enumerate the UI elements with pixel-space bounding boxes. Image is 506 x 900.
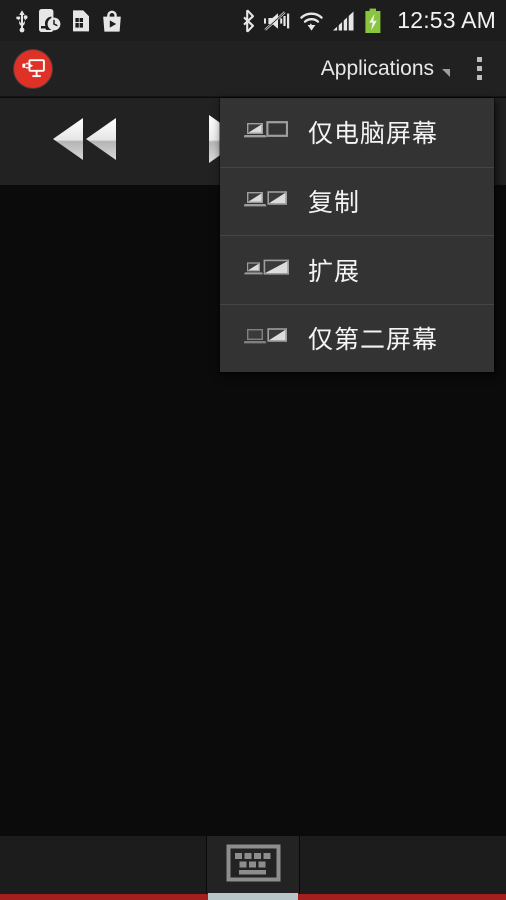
wifi-icon bbox=[299, 9, 324, 33]
applications-spinner-label: Applications bbox=[320, 56, 434, 80]
menu-item-pc-screen-only[interactable]: 仅电脑屏幕 bbox=[220, 98, 494, 167]
chevron-down-icon bbox=[442, 69, 450, 77]
navigation-bar bbox=[0, 836, 506, 894]
rewind-icon bbox=[50, 113, 120, 170]
menu-item-duplicate[interactable]: 复制 bbox=[220, 166, 494, 235]
device-clock-icon bbox=[39, 8, 61, 33]
menu-item-label: 复制 bbox=[308, 188, 361, 218]
bluetooth-icon bbox=[240, 8, 256, 33]
display-pc-only-icon bbox=[244, 119, 292, 145]
display-duplicate-icon bbox=[244, 188, 292, 214]
signal-bars-icon bbox=[332, 9, 356, 33]
app-bar: Applications bbox=[0, 41, 506, 97]
status-bar-clock: 12:53 AM bbox=[397, 7, 496, 33]
status-bar-left-icons bbox=[14, 8, 123, 33]
phone-screen: 12:53 AM Applications 仅电脑屏幕 复制 扩展 仅第二屏幕 bbox=[0, 0, 506, 900]
play-store-icon bbox=[101, 9, 123, 33]
overflow-menu-button[interactable] bbox=[462, 47, 496, 91]
menu-item-extend[interactable]: 扩展 bbox=[220, 235, 494, 304]
usb-icon bbox=[14, 9, 30, 33]
sim-card-alert-icon bbox=[70, 9, 92, 33]
display-extend-icon bbox=[244, 257, 292, 283]
applications-spinner[interactable]: Applications bbox=[321, 57, 450, 81]
menu-item-label: 仅第二屏幕 bbox=[308, 325, 439, 355]
status-bar-right-icons: 12:53 AM bbox=[240, 8, 498, 34]
overflow-dot bbox=[476, 75, 482, 80]
menu-item-label: 仅电脑屏幕 bbox=[308, 119, 439, 149]
nav-right-region[interactable] bbox=[300, 836, 506, 894]
overflow-dot bbox=[476, 57, 482, 62]
menu-item-second-screen-only[interactable]: 仅第二屏幕 bbox=[220, 303, 494, 372]
menu-item-label: 扩展 bbox=[308, 256, 361, 286]
battery-charging-icon bbox=[364, 8, 382, 34]
display-mode-menu: 仅电脑屏幕 复制 扩展 仅第二屏幕 bbox=[220, 98, 494, 372]
rewind-button[interactable] bbox=[0, 98, 170, 185]
keyboard-icon bbox=[226, 842, 281, 889]
vibrate-mute-icon bbox=[264, 9, 291, 33]
keyboard-button[interactable] bbox=[206, 836, 300, 894]
status-bar: 12:53 AM bbox=[0, 0, 506, 41]
overflow-dot bbox=[476, 66, 482, 71]
nav-left-region[interactable] bbox=[0, 836, 206, 894]
nav-active-indicator bbox=[208, 893, 298, 900]
display-second-only-icon bbox=[244, 325, 292, 351]
remote-desktop-logo[interactable] bbox=[14, 49, 52, 88]
